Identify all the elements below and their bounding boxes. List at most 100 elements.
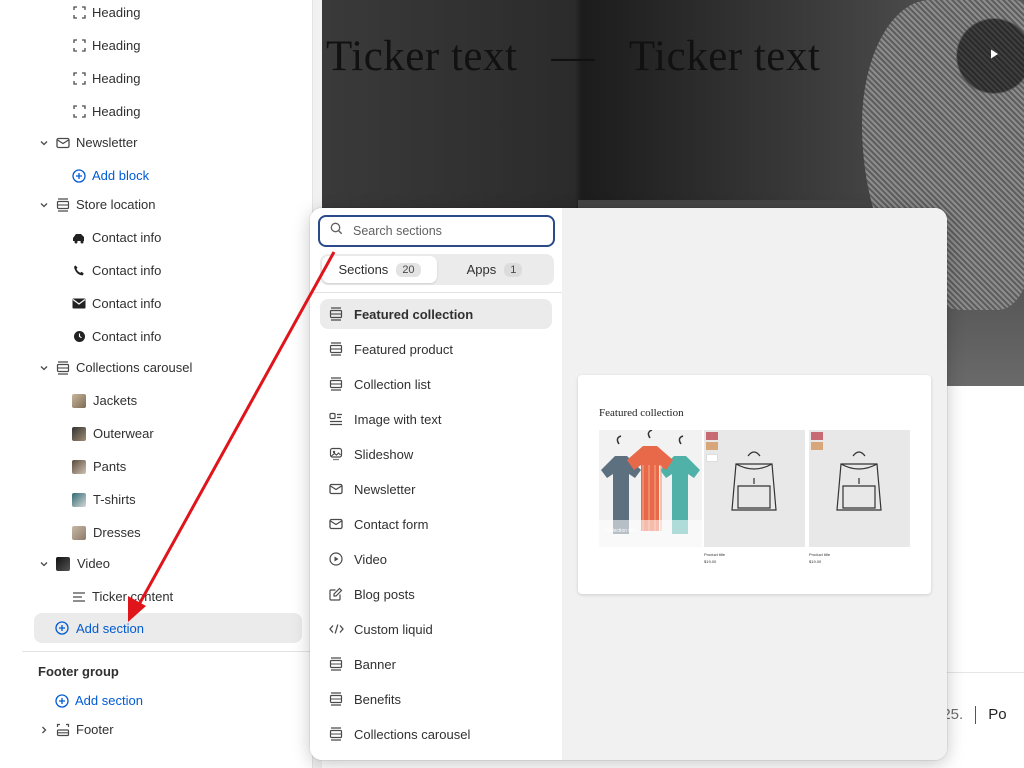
sidebar-item-heading[interactable]: Heading — [0, 95, 140, 128]
sidebar-item-label: Heading — [92, 71, 141, 86]
section-option-collections-carousel[interactable]: Collections carousel — [320, 719, 552, 749]
section-preview-panel: Featured collection Collection title Pro… — [562, 208, 947, 760]
section-option-blog-posts[interactable]: Blog posts — [320, 579, 552, 609]
layout-section-icon — [56, 197, 70, 212]
sidebar-item-contact-info[interactable]: Contact info — [0, 320, 161, 353]
badge-tag — [706, 442, 718, 450]
collection-thumbnail — [72, 426, 86, 441]
email-icon — [328, 481, 344, 497]
plus-circle-icon — [72, 168, 86, 183]
sidebar-item-label: Jackets — [93, 393, 138, 408]
editor-sidebar: Heading Heading Heading Heading Newslett… — [0, 0, 322, 768]
ticker-banner: Ticker text — Ticker text — [326, 32, 820, 81]
email-icon — [56, 136, 70, 150]
video-play-button[interactable] — [956, 18, 1024, 94]
sidebar-item-label: Pants — [93, 459, 127, 474]
section-option-benefits[interactable]: Benefits — [320, 684, 552, 714]
section-list-panel: Sections 20 Apps 1 Featured collection F… — [310, 208, 562, 760]
preview-product-price: $19.00 — [809, 559, 822, 564]
section-option-custom-liquid[interactable]: Custom liquid — [320, 614, 552, 644]
section-option-label: Image with text — [354, 411, 442, 427]
picker-tabs: Sections 20 Apps 1 — [320, 254, 554, 285]
section-option-featured-collection[interactable]: Featured collection — [320, 299, 552, 329]
ticker-text: Ticker text — [326, 33, 518, 80]
badge-tag — [811, 432, 823, 440]
section-option-label: Contact form — [354, 516, 429, 532]
sidebar-item-dresses[interactable]: Dresses — [0, 516, 141, 549]
preview-collection-title: Collection title — [605, 528, 637, 534]
sidebar-item-ticker-content[interactable]: Ticker content — [0, 580, 173, 613]
section-option-video[interactable]: Video — [320, 544, 552, 574]
search-icon — [330, 222, 343, 240]
layout-section-icon — [328, 341, 344, 357]
chevron-down-icon[interactable] — [38, 199, 50, 211]
layout-section-icon — [328, 691, 344, 707]
preview-product-price: $19.00 — [704, 559, 717, 564]
section-option-collection-list[interactable]: Collection list — [320, 369, 552, 399]
chevron-down-icon[interactable] — [38, 558, 50, 570]
clock-icon — [72, 330, 86, 344]
sidebar-item-heading[interactable]: Heading — [0, 62, 140, 95]
section-option-label: Featured product — [354, 341, 454, 357]
powered-by-text: Po — [988, 706, 1007, 723]
section-option-contact-form[interactable]: Contact form — [320, 509, 552, 539]
sidebar-item-label: Heading — [92, 5, 141, 20]
section-option-banner[interactable]: Banner — [320, 649, 552, 679]
sidebar-item-store-location[interactable]: Store location — [0, 188, 156, 221]
collection-thumbnail — [72, 492, 86, 507]
search-field[interactable] — [318, 215, 555, 247]
chevron-down-icon[interactable] — [38, 362, 50, 374]
chevron-right-icon[interactable] — [38, 724, 50, 736]
section-option-label: Featured collection — [354, 306, 474, 322]
sidebar-item-label: Video — [77, 556, 111, 571]
section-option-label: Custom liquid — [354, 621, 433, 637]
preview-product-title: Product title — [809, 552, 831, 557]
slideshow-icon — [328, 446, 344, 462]
sidebar-item-label: Footer — [76, 722, 114, 737]
collection-thumbnail — [72, 459, 86, 474]
layout-section-icon — [328, 376, 344, 392]
divider — [975, 706, 977, 725]
heading-block-icon — [72, 6, 86, 20]
section-option-image-with-text[interactable]: Image with text — [320, 404, 552, 434]
sidebar-item-newsletter[interactable]: Newsletter — [0, 126, 137, 159]
sidebar-item-heading[interactable]: Heading — [0, 29, 140, 62]
sidebar-item-label: Contact info — [92, 230, 162, 245]
sidebar-item-jackets[interactable]: Jackets — [0, 384, 137, 417]
sidebar-item-label: Dresses — [93, 525, 141, 540]
add-section-button[interactable]: Add section — [34, 613, 302, 643]
text-lines-icon — [72, 590, 86, 604]
phone-icon — [72, 264, 86, 278]
sidebar-item-label: Newsletter — [76, 135, 138, 150]
sidebar-item-pants[interactable]: Pants — [0, 450, 126, 483]
plus-circle-icon — [55, 693, 69, 708]
footer-layout-icon — [56, 723, 70, 737]
section-option-newsletter[interactable]: Newsletter — [320, 474, 552, 504]
sidebar-item-contact-info[interactable]: Contact info — [0, 287, 161, 320]
tab-sections[interactable]: Sections 20 — [322, 256, 437, 283]
search-input[interactable] — [353, 224, 533, 238]
tab-apps[interactable]: Apps 1 — [437, 256, 552, 283]
sidebar-item-footer[interactable]: Footer — [0, 713, 114, 746]
preview-product-image — [809, 430, 910, 547]
sidebar-item-collections-carousel[interactable]: Collections carousel — [0, 351, 192, 384]
plus-circle-icon — [55, 621, 69, 635]
chevron-down-icon[interactable] — [38, 137, 50, 149]
section-option-label: Newsletter — [354, 481, 416, 497]
ticker-text: Ticker text — [628, 33, 821, 80]
sidebar-item-video[interactable]: Video — [0, 547, 110, 580]
section-option-featured-product[interactable]: Featured product — [320, 334, 552, 364]
sidebar-item-outerwear[interactable]: Outerwear — [0, 417, 154, 450]
sidebar-item-contact-info[interactable]: Contact info — [0, 221, 161, 254]
layout-section-icon — [328, 726, 344, 742]
tab-label: Sections — [338, 262, 389, 277]
badge-tag — [706, 454, 718, 462]
sidebar-item-heading[interactable]: Heading — [0, 0, 140, 29]
image-with-text-icon — [328, 411, 344, 427]
sidebar-item-t-shirts[interactable]: T-shirts — [0, 483, 136, 516]
sidebar-item-label: Contact info — [92, 263, 162, 278]
section-option-slideshow[interactable]: Slideshow — [320, 439, 552, 469]
sidebar-item-contact-info[interactable]: Contact info — [0, 254, 161, 287]
tab-label: Apps — [466, 262, 497, 277]
divider — [310, 292, 562, 293]
